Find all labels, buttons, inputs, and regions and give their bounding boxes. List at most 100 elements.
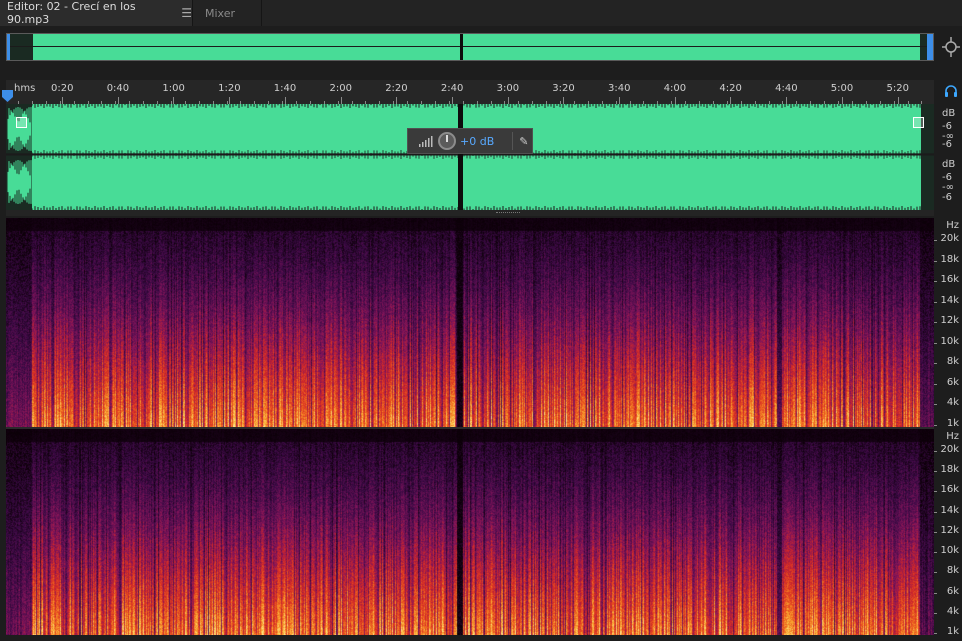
spectral-display-ch1[interactable] (6, 218, 934, 427)
ruler-major-tick (897, 97, 899, 104)
ruler-time-label: 2:40 (440, 83, 464, 94)
ruler-major-tick (730, 97, 732, 104)
hud-separator (512, 132, 514, 150)
volume-knob-icon[interactable] (438, 132, 456, 150)
ch1-hz-label: 1k (946, 418, 959, 429)
db-unit-ch1: dB (942, 108, 956, 119)
ch1-hz-label: 16k (940, 274, 959, 286)
amplitude-scale: dB -6 -∞ -6 dB -6 -∞ -6 (934, 104, 962, 210)
divider-grip[interactable] (496, 212, 520, 214)
headphones-icon[interactable] (944, 84, 958, 98)
spectrogram-graphic (6, 429, 934, 635)
hz-tick (934, 633, 937, 634)
volume-value[interactable]: +0 dB (460, 135, 494, 148)
hz-tick (934, 342, 937, 344)
playhead-marker-icon[interactable] (2, 90, 13, 102)
hz-tick (934, 281, 937, 283)
spectrogram-graphic (6, 218, 934, 427)
ruler-time-label: 0:40 (106, 83, 130, 94)
ch1-hz-label: 18k (940, 253, 959, 265)
ch1-hz-label: 6k (946, 376, 959, 388)
hz-tick (934, 511, 937, 513)
ruler-unit-label: hms (14, 83, 36, 94)
ch1-hz-label: 14k (940, 294, 959, 306)
ch1-hz-label: 12k (940, 315, 959, 327)
hz-tick (934, 531, 937, 533)
waveform-graphic (6, 104, 934, 210)
volume-hud[interactable]: +0 dB ✎ (407, 128, 533, 154)
ruler-time-label: 1:40 (273, 83, 297, 94)
ruler-major-tick (507, 97, 509, 104)
hz-tick (934, 260, 937, 262)
hz-tick (934, 383, 937, 385)
hz-tick (934, 552, 937, 554)
overview-waveform-graphic (7, 34, 933, 60)
hz-unit-label: Hz (946, 431, 959, 442)
ruler-time-label: 2:20 (385, 83, 408, 94)
hz-tick (934, 451, 937, 452)
waveform-gap (458, 104, 463, 210)
ruler-time-label: 0:20 (51, 83, 74, 94)
spectral-display-ch2[interactable] (6, 429, 934, 635)
ch2-hz-label: 1k (946, 626, 959, 637)
ruler-time-label: 1:00 (162, 83, 185, 94)
ruler-major-tick (229, 97, 231, 104)
db-label: -6 (942, 192, 952, 203)
hz-unit-label: Hz (946, 220, 959, 231)
ruler-major-tick (786, 97, 788, 104)
hz-tick (934, 363, 937, 365)
ruler-major-tick (396, 97, 398, 104)
fade-in-handle[interactable] (16, 117, 27, 128)
db-unit-ch2: dB (942, 159, 956, 170)
ruler-major-tick (619, 97, 620, 104)
ruler-major-tick (674, 97, 676, 104)
ch1-hz-label: 8k (946, 356, 959, 368)
hz-tick (934, 404, 937, 406)
tab-editor-label: Editor: 02 - Crecí en los 90.mp3 (7, 0, 136, 26)
ruler-time-label: 3:00 (496, 83, 520, 94)
tab-mixer[interactable]: Mixer (194, 0, 262, 26)
overview-range-end (927, 34, 933, 60)
pin-icon[interactable]: ✎ (519, 135, 528, 148)
ch2-hz-label: 16k (940, 484, 959, 496)
ch2-hz-label: 8k (946, 565, 959, 577)
ruler-major-tick (563, 97, 565, 104)
ch2-hz-label: 14k (940, 504, 959, 516)
ruler-time-label: 3:20 (552, 83, 575, 94)
ch2-hz-label: 20k (940, 444, 959, 455)
frequency-scale-ch1: Hz 20k 18k 16k 14k 12k 10k 8k 6k 4k 1k (934, 218, 962, 429)
hz-tick (934, 572, 937, 574)
hz-tick (934, 240, 937, 241)
frequency-scale-ch2: Hz 20k 18k 16k 14k 12k 10k 8k 6k 4k 1k (934, 429, 962, 637)
time-ruler[interactable]: hms 0:20 0:40 1:00 1:20 1:40 2:00 2:20 2:40 3:00… (6, 80, 934, 104)
ruler-time-label: 1:20 (218, 83, 241, 94)
level-meter-icon (419, 136, 433, 147)
ruler-major-tick (340, 97, 342, 104)
ch2-hz-label: 18k (940, 464, 959, 476)
zoom-to-selection-icon[interactable] (942, 37, 960, 57)
panel-tab-bar: Editor: 02 - Crecí en los 90.mp3 ☰ Mixer (0, 0, 962, 26)
ch2-hz-label: 6k (946, 585, 959, 597)
overview-waveform[interactable] (6, 33, 934, 61)
ch2-hz-label: 10k (940, 545, 959, 557)
hz-tick (934, 491, 937, 493)
tab-editor[interactable]: Editor: 02 - Crecí en los 90.mp3 ☰ (0, 0, 193, 26)
db-label: -6 (942, 139, 952, 150)
ruler-time-label: 5:20 (886, 83, 909, 94)
tab-mixer-label: Mixer (205, 6, 236, 20)
hz-tick (934, 425, 937, 426)
ruler-major-tick (451, 97, 453, 104)
waveform-spectral-divider[interactable] (6, 210, 934, 216)
ruler-time-label: 4:20 (719, 83, 742, 94)
ruler-time-label: 5:00 (830, 83, 854, 94)
overview-gap (460, 34, 463, 60)
hz-tick (934, 471, 937, 473)
waveform-display[interactable] (6, 104, 934, 210)
hz-tick (934, 612, 937, 614)
ch2-hz-label: 12k (940, 524, 959, 536)
hamburger-icon[interactable]: ☰ (181, 6, 192, 20)
fade-out-handle[interactable] (913, 117, 924, 128)
ruler-major-tick (62, 97, 63, 104)
hz-tick (934, 592, 937, 594)
overview-range-start (7, 34, 10, 60)
